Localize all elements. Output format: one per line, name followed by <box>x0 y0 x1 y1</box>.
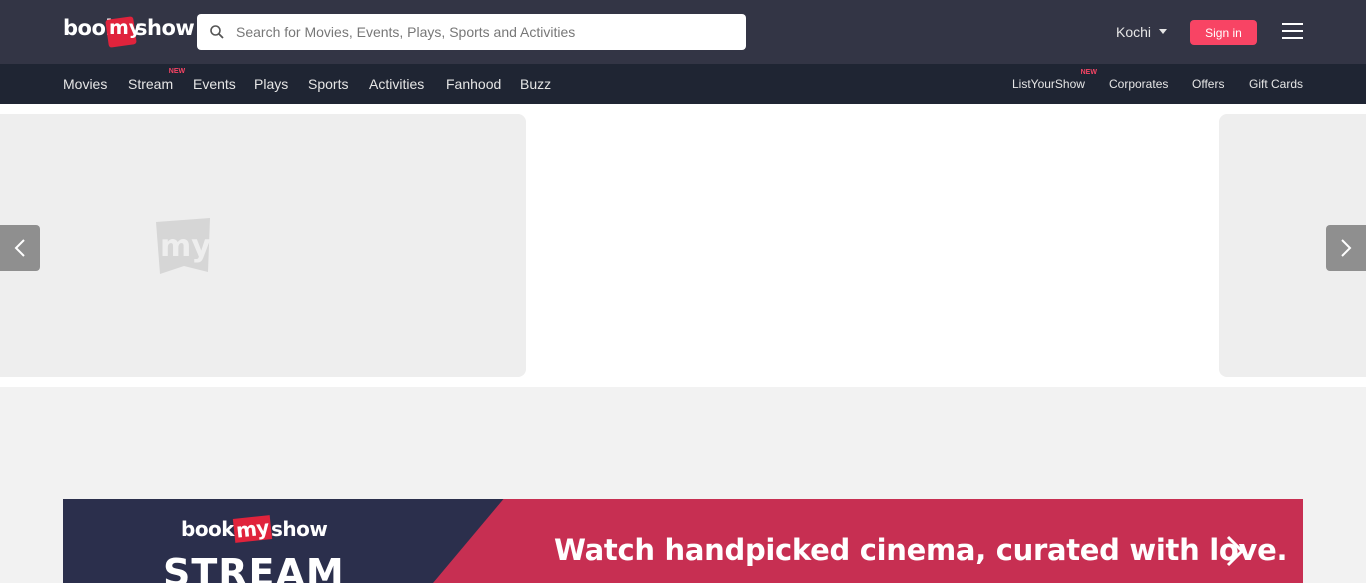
search-icon <box>210 25 224 39</box>
banner-brand-book: book <box>181 517 235 541</box>
hamburger-menu-icon[interactable] <box>1282 23 1303 39</box>
svg-text:my: my <box>160 229 211 264</box>
hero-carousel: my <box>0 104 1366 387</box>
banner-brand-my: my <box>232 515 273 543</box>
nav-stream[interactable]: Stream NEW <box>128 68 185 92</box>
nav-corporates[interactable]: Corporates <box>1109 77 1168 91</box>
stream-promo-banner[interactable]: bookmyshow STREAM Watch handpicked cinem… <box>63 499 1303 583</box>
search-input[interactable] <box>236 14 736 50</box>
nav-list-your-show-label: ListYourShow <box>1012 77 1085 91</box>
nav-stream-label: Stream <box>128 76 174 92</box>
nav-sports[interactable]: Sports <box>308 76 348 92</box>
top-header: book my show Kochi Sign in <box>0 0 1366 64</box>
banner-brand-show: show <box>271 517 328 541</box>
new-badge: NEW <box>1080 69 1097 76</box>
city-label: Kochi <box>1116 24 1152 40</box>
nav-buzz[interactable]: Buzz <box>520 76 551 92</box>
logo-show-text: show <box>135 16 195 40</box>
city-selector[interactable]: Kochi <box>1116 24 1167 40</box>
carousel-slide-prev[interactable]: my <box>0 114 526 377</box>
nav-offers[interactable]: Offers <box>1192 77 1224 91</box>
nav-gift-cards[interactable]: Gift Cards <box>1249 77 1303 91</box>
chevron-left-icon <box>14 239 25 257</box>
nav-activities[interactable]: Activities <box>369 76 424 92</box>
sign-in-button[interactable]: Sign in <box>1190 20 1257 45</box>
chevron-right-icon[interactable] <box>1223 535 1247 567</box>
caret-down-icon <box>1159 29 1167 34</box>
nav-plays[interactable]: Plays <box>254 76 288 92</box>
banner-brand-logo: bookmyshow <box>181 515 328 543</box>
nav-movies[interactable]: Movies <box>63 76 107 92</box>
carousel-next-button[interactable] <box>1326 225 1366 271</box>
nav-fanhood[interactable]: Fanhood <box>446 76 501 92</box>
banner-stream-title: STREAM <box>163 551 345 583</box>
nav-list-your-show[interactable]: ListYourShow NEW <box>1012 69 1097 91</box>
bookmyshow-logo[interactable]: book my show <box>63 14 195 48</box>
carousel-prev-button[interactable] <box>0 225 40 271</box>
nav-events[interactable]: Events <box>193 76 236 92</box>
category-navbar: Movies Stream NEW Events Plays Sports Ac… <box>0 64 1366 104</box>
chevron-right-icon <box>1341 239 1352 257</box>
search-bar[interactable] <box>197 14 746 50</box>
new-badge: NEW <box>168 68 186 75</box>
my-placeholder-logo-icon: my <box>156 218 211 274</box>
banner-tagline: Watch handpicked cinema, curated with lo… <box>554 533 1288 567</box>
